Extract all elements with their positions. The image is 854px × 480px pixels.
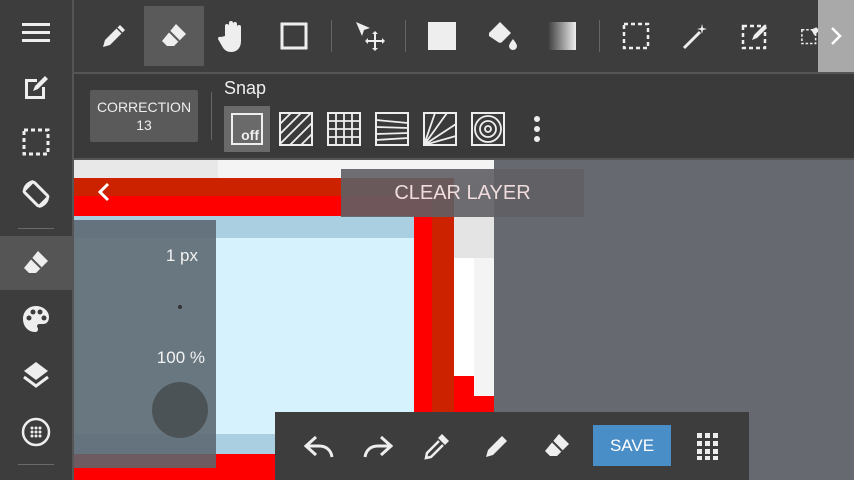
material-button[interactable] xyxy=(0,405,72,459)
top-toolbar xyxy=(74,0,854,74)
clear-layer-button[interactable]: CLEAR LAYER xyxy=(341,169,584,217)
eyedropper-button[interactable] xyxy=(413,422,461,470)
snap-grid-button[interactable] xyxy=(321,106,367,152)
brush-size-preview[interactable] xyxy=(178,305,182,309)
brush-size-label: 1 px xyxy=(165,246,198,265)
palette-button[interactable] xyxy=(0,292,72,346)
snap-concentric-button[interactable] xyxy=(465,106,511,152)
correction-button[interactable]: CORRECTION 13 xyxy=(90,90,198,142)
eraser-side-button[interactable] xyxy=(0,236,72,290)
move-icon xyxy=(356,22,385,51)
gradient-tool-button[interactable] xyxy=(532,6,592,66)
snap-radial-icon xyxy=(423,112,457,146)
snap-more-button[interactable] xyxy=(514,106,560,152)
selection-button[interactable] xyxy=(0,115,72,169)
select-pen-icon xyxy=(741,24,767,50)
material-icon xyxy=(21,417,51,447)
layers-button[interactable] xyxy=(0,347,72,401)
magic-wand-tool-button[interactable] xyxy=(666,6,726,66)
pen-icon xyxy=(486,436,507,457)
select-rect-tool-button[interactable] xyxy=(606,6,666,66)
bottom-toolbar: SAVE xyxy=(275,412,749,480)
selection-icon xyxy=(22,128,50,156)
eyedropper-icon xyxy=(424,434,449,460)
chevron-right-icon xyxy=(831,27,842,45)
correction-value: 13 xyxy=(136,117,152,133)
rotate-screen-button[interactable] xyxy=(0,167,72,221)
correction-label: CORRECTION xyxy=(96,99,192,115)
eraser-icon xyxy=(162,24,186,46)
hand-tool-button[interactable] xyxy=(204,6,264,66)
pen-quick-button[interactable] xyxy=(473,422,521,470)
back-button[interactable] xyxy=(92,178,116,206)
save-button[interactable]: SAVE xyxy=(593,425,671,466)
toolbar-scroll-right-button[interactable] xyxy=(818,0,854,72)
layers-icon xyxy=(23,362,49,388)
tool-options-bar: CORRECTION 13 Snap off xyxy=(74,74,854,160)
edit-canvas-icon xyxy=(25,76,48,99)
bucket-tool-button[interactable] xyxy=(472,6,532,66)
redo-icon xyxy=(363,435,393,458)
snap-perspective-button[interactable] xyxy=(369,106,415,152)
snap-off-label: off xyxy=(241,127,259,143)
redo-button[interactable] xyxy=(354,422,402,470)
left-sidebar xyxy=(0,0,74,480)
select-eraser-icon xyxy=(801,27,820,45)
fill-color-icon xyxy=(428,22,456,50)
chevron-left-icon xyxy=(97,182,110,202)
select-rect-icon xyxy=(622,22,650,50)
grid-menu-button[interactable] xyxy=(684,422,732,470)
fill-color-tool-button[interactable] xyxy=(412,6,472,66)
move-tool-button[interactable] xyxy=(340,6,400,66)
bucket-icon xyxy=(489,22,517,50)
grid-menu-icon xyxy=(697,433,718,460)
eraser-tool-button[interactable] xyxy=(144,6,204,66)
undo-icon xyxy=(304,435,334,458)
shape-icon xyxy=(280,22,308,50)
rotate-screen-icon xyxy=(22,180,50,208)
snap-parallel-button[interactable] xyxy=(273,106,319,152)
snap-radial-button[interactable] xyxy=(417,106,463,152)
magic-wand-icon xyxy=(682,24,707,50)
snap-parallel-icon xyxy=(279,112,313,146)
select-eraser-tool-button[interactable] xyxy=(786,6,820,66)
undo-button[interactable] xyxy=(295,422,343,470)
edit-canvas-button[interactable] xyxy=(0,61,72,115)
palette-icon xyxy=(23,306,49,332)
pen-icon xyxy=(103,25,125,47)
eraser-quick-button[interactable] xyxy=(533,422,581,470)
more-vert-icon xyxy=(534,116,540,142)
select-pen-tool-button[interactable] xyxy=(726,6,786,66)
eraser-icon xyxy=(545,434,569,456)
shape-tool-button[interactable] xyxy=(264,6,324,66)
menu-icon xyxy=(22,23,50,42)
menu-button[interactable] xyxy=(0,6,72,60)
snap-perspective-icon xyxy=(375,112,409,146)
hand-icon xyxy=(217,21,241,52)
gradient-icon xyxy=(548,22,576,50)
snap-off-button[interactable]: off xyxy=(224,106,270,152)
eraser-icon xyxy=(24,251,48,273)
brush-panel: 1 px 100 % xyxy=(74,220,216,468)
snap-label: Snap xyxy=(224,78,267,98)
brush-opacity-preview[interactable] xyxy=(152,382,208,438)
brush-opacity-label: 100 % xyxy=(156,348,205,367)
pen-tool-button[interactable] xyxy=(84,6,144,66)
snap-grid-icon xyxy=(327,112,361,146)
snap-concentric-icon xyxy=(471,112,505,146)
